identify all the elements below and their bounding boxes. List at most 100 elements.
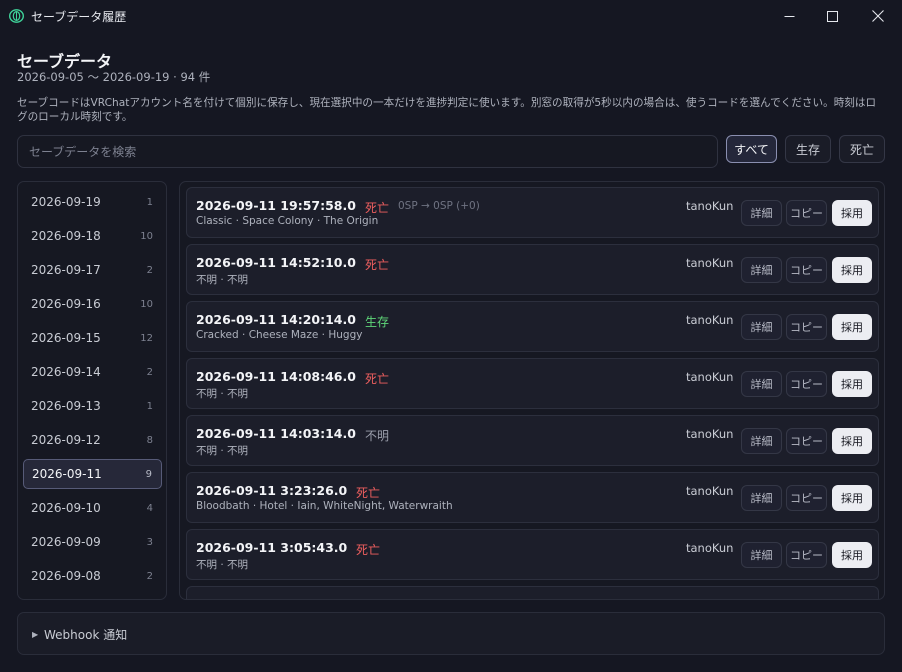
entry-status-badge: 死亡 xyxy=(356,486,381,500)
copy-button[interactable]: コピー xyxy=(786,371,827,397)
adopt-button[interactable]: 採用 xyxy=(832,542,872,568)
entry-details: 不明 · 不明 xyxy=(196,388,249,400)
save-entry-card: 2026-09-11 14:20:14.0 生存 Cracked · Cheese … xyxy=(186,301,879,352)
entry-username: tanoKun xyxy=(686,370,734,384)
maximize-icon xyxy=(826,10,838,22)
date-count: 4 xyxy=(146,502,153,514)
entry-status-badge: 死亡 xyxy=(365,372,390,386)
date-label: 2026-09-11 xyxy=(32,467,102,481)
webhook-label: Webhook 通知 xyxy=(44,628,128,642)
webhook-section[interactable]: ▶ Webhook 通知 xyxy=(17,612,885,655)
detail-button[interactable]: 詳細 xyxy=(741,542,782,568)
date-count: 9 xyxy=(145,468,152,480)
date-count: 1 xyxy=(146,196,153,208)
date-list-item[interactable]: 2026-09-19 1 xyxy=(23,187,162,217)
entry-status-badge: 死亡 xyxy=(365,201,390,215)
entry-username: tanoKun xyxy=(686,313,734,327)
date-count: 3 xyxy=(146,536,153,548)
filter-all-button[interactable]: すべて xyxy=(726,135,777,163)
close-icon xyxy=(872,10,884,22)
date-count: 10 xyxy=(140,298,153,310)
date-count: 8 xyxy=(146,434,153,446)
adopt-button[interactable]: 採用 xyxy=(832,428,872,454)
entry-username: tanoKun xyxy=(686,256,734,270)
date-label: 2026-09-16 xyxy=(31,297,101,311)
entry-username: tanoKun xyxy=(686,427,734,441)
date-label: 2026-09-09 xyxy=(31,535,101,549)
date-list-item[interactable]: 2026-09-16 10 xyxy=(23,289,162,319)
date-list-item[interactable]: 2026-09-11 9 xyxy=(23,459,162,489)
date-label: 2026-09-14 xyxy=(31,365,101,379)
detail-button[interactable]: 詳細 xyxy=(741,428,782,454)
entry-username: tanoKun xyxy=(686,541,734,555)
adopt-button[interactable]: 採用 xyxy=(832,200,872,226)
detail-button[interactable]: 詳細 xyxy=(741,200,782,226)
date-count: 2 xyxy=(146,570,153,582)
date-range-summary: 2026-09-05 〜 2026-09-19 · 94 件 xyxy=(17,70,211,84)
detail-button[interactable]: 詳細 xyxy=(741,485,782,511)
date-list: 2026-09-19 1 2026-09-18 10 2026-09-17 2 2026-0… xyxy=(17,181,167,600)
date-list-item[interactable]: 2026-09-13 1 xyxy=(23,391,162,421)
entry-details: Bloodbath · Hotel · Iain, WhiteNight, Wa… xyxy=(196,500,453,512)
save-entry-card xyxy=(186,586,879,599)
search-input[interactable] xyxy=(17,135,718,168)
entry-details: 不明 · 不明 xyxy=(196,445,249,457)
maximize-button[interactable] xyxy=(809,0,855,32)
close-button[interactable] xyxy=(855,0,901,32)
filter-dead-button[interactable]: 死亡 xyxy=(839,135,885,163)
date-count: 1 xyxy=(146,400,153,412)
date-label: 2026-09-10 xyxy=(31,501,101,515)
copy-button[interactable]: コピー xyxy=(786,542,827,568)
entry-timestamp: 2026-09-11 14:03:14.0 xyxy=(196,426,356,441)
minimize-button[interactable] xyxy=(766,0,812,32)
detail-button[interactable]: 詳細 xyxy=(741,257,782,283)
date-label: 2026-09-12 xyxy=(31,433,101,447)
copy-button[interactable]: コピー xyxy=(786,200,827,226)
entry-status-badge: 死亡 xyxy=(356,543,381,557)
date-list-item[interactable]: 2026-09-14 2 xyxy=(23,357,162,387)
minimize-icon xyxy=(784,15,794,17)
entry-sp-change: 0SP → 0SP (+0) xyxy=(398,200,480,212)
entry-status-badge: 不明 xyxy=(365,429,390,443)
copy-button[interactable]: コピー xyxy=(786,314,827,340)
entry-details: Classic · Space Colony · The Origin xyxy=(196,215,379,227)
date-count: 10 xyxy=(140,230,153,242)
copy-button[interactable]: コピー xyxy=(786,428,827,454)
save-entry-list: 2026-09-11 19:57:58.0 死亡 0SP → 0SP (+0) Cla… xyxy=(179,181,885,600)
date-list-item[interactable]: 2026-09-18 10 xyxy=(23,221,162,251)
entry-timestamp: 2026-09-11 3:23:26.0 xyxy=(196,483,348,498)
entry-timestamp: 2026-09-11 19:57:58.0 xyxy=(196,198,356,213)
date-label: 2026-09-08 xyxy=(31,569,101,583)
filter-alive-button[interactable]: 生存 xyxy=(785,135,831,163)
detail-button[interactable]: 詳細 xyxy=(741,371,782,397)
save-entry-card: 2026-09-11 14:08:46.0 死亡 不明 · 不明 tanoKun 詳細コ… xyxy=(186,358,879,409)
date-list-item[interactable]: 2026-09-15 12 xyxy=(23,323,162,353)
date-list-item[interactable]: 2026-09-09 3 xyxy=(23,527,162,557)
detail-button[interactable]: 詳細 xyxy=(741,314,782,340)
entry-timestamp: 2026-09-11 14:52:10.0 xyxy=(196,255,356,270)
date-count: 2 xyxy=(146,366,153,378)
save-entry-card: 2026-09-11 19:57:58.0 死亡 0SP → 0SP (+0) Cla… xyxy=(186,187,879,238)
date-list-item[interactable]: 2026-09-12 8 xyxy=(23,425,162,455)
save-entry-card: 2026-09-11 14:03:14.0 不明不明 · 不明 tanoKun 詳細コ… xyxy=(186,415,879,466)
adopt-button[interactable]: 採用 xyxy=(832,371,872,397)
entry-details: Cracked · Cheese Maze · Huggy xyxy=(196,329,363,341)
adopt-button[interactable]: 採用 xyxy=(832,485,872,511)
adopt-button[interactable]: 採用 xyxy=(832,314,872,340)
save-entry-card: 2026-09-11 3:23:26.0 死亡 Bloodbath · Hotel … xyxy=(186,472,879,523)
entry-timestamp: 2026-09-11 14:20:14.0 xyxy=(196,312,356,327)
app-logo-icon xyxy=(9,9,24,23)
copy-button[interactable]: コピー xyxy=(786,257,827,283)
date-count: 12 xyxy=(140,332,153,344)
copy-button[interactable]: コピー xyxy=(786,485,827,511)
date-label: 2026-09-19 xyxy=(31,195,101,209)
entry-timestamp: 2026-09-11 3:05:43.0 xyxy=(196,540,348,555)
adopt-button[interactable]: 採用 xyxy=(832,257,872,283)
date-list-item[interactable]: 2026-09-10 4 xyxy=(23,493,162,523)
entry-status-badge: 生存 xyxy=(365,315,390,329)
save-entry-card: 2026-09-11 3:05:43.0 死亡 不明 · 不明 tanoKun 詳細 コピ… xyxy=(186,529,879,580)
date-label: 2026-09-17 xyxy=(31,263,101,277)
window-title: セーブデータ履歴 xyxy=(31,10,127,24)
date-list-item[interactable]: 2026-09-08 2 xyxy=(23,561,162,591)
date-list-item[interactable]: 2026-09-17 2 xyxy=(23,255,162,285)
